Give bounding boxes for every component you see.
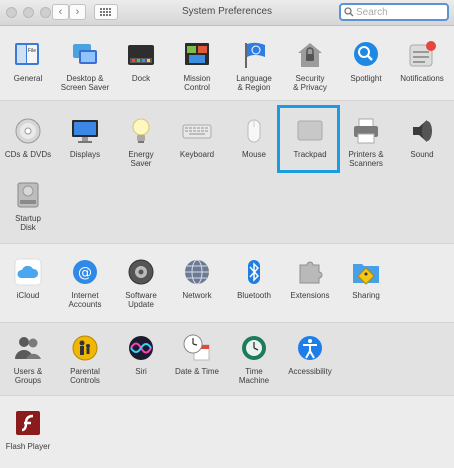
- pane-label: Siri: [135, 367, 147, 376]
- pane-sound[interactable]: Sound: [394, 116, 450, 159]
- pane-label: Date & Time: [174, 367, 219, 376]
- search-input[interactable]: [356, 6, 444, 18]
- pane-parental-controls[interactable]: Parental Controls: [57, 333, 113, 385]
- network-globe-icon: [185, 259, 209, 285]
- pane-keyboard[interactable]: Keyboard: [169, 116, 225, 159]
- pane-sharing[interactable]: Sharing: [338, 257, 394, 300]
- pane-label: Software Update: [125, 291, 157, 309]
- pane-printers-scanners[interactable]: Printers & Scanners: [338, 116, 394, 168]
- spotlight-magnifier-icon: [354, 42, 378, 66]
- hard-disk-icon: [17, 182, 39, 208]
- pane-label: iCloud: [16, 291, 40, 300]
- mouse-icon: [247, 119, 261, 143]
- puzzle-piece-icon: [299, 261, 323, 284]
- printer-icon: [354, 118, 378, 144]
- pane-label: Dock: [131, 74, 151, 83]
- pane-label: Keyboard: [179, 150, 215, 159]
- lightbulb-icon: [132, 118, 150, 143]
- pane-label: Notifications: [400, 74, 444, 83]
- pane-flash-player[interactable]: Flash Player: [0, 408, 56, 451]
- pane-label: Users & Groups: [13, 367, 43, 385]
- pane-internet-accounts[interactable]: @ Internet Accounts: [57, 257, 113, 309]
- bluetooth-icon: [248, 260, 260, 284]
- pane-spotlight[interactable]: Spotlight: [338, 40, 394, 83]
- pane-label: Startup Disk: [15, 214, 41, 232]
- pane-label: General: [13, 74, 43, 83]
- pane-label: Mouse: [241, 150, 266, 159]
- software-update-gear-icon: [128, 259, 154, 285]
- pane-dock[interactable]: Dock: [113, 40, 169, 83]
- pane-displays[interactable]: Displays: [57, 116, 113, 159]
- at-sign-icon: @: [73, 260, 97, 284]
- pane-label: CDs & DVDs: [4, 150, 52, 159]
- notifications-icon: [409, 41, 436, 67]
- pane-software-update[interactable]: Software Update: [113, 257, 169, 309]
- dock-icon: [128, 45, 154, 65]
- pane-date-time[interactable]: Date & Time: [169, 333, 225, 376]
- pane-mission-control[interactable]: Mission Control: [169, 40, 225, 92]
- svg-text:@: @: [78, 265, 92, 281]
- pane-label: Internet Accounts: [68, 291, 102, 309]
- pane-label: Language & Region: [236, 74, 272, 92]
- pane-language-region[interactable]: Language & Region: [226, 40, 282, 92]
- calendar-clock-icon: [183, 334, 210, 361]
- pane-label: Sound: [410, 150, 434, 159]
- keyboard-icon: [182, 124, 212, 139]
- pane-label: Mission Control: [183, 74, 211, 92]
- pane-label: Parental Controls: [70, 367, 100, 385]
- pane-energy-saver[interactable]: Energy Saver: [113, 116, 169, 168]
- display-icon: [72, 120, 98, 143]
- sharing-folder-icon: [353, 264, 379, 285]
- pane-cds-dvds[interactable]: CDs & DVDs: [0, 116, 56, 159]
- language-flag-icon: [245, 42, 265, 68]
- pane-startup-disk[interactable]: Startup Disk: [0, 180, 56, 232]
- pane-label: Accessibility: [288, 367, 332, 376]
- pane-label: Displays: [69, 150, 101, 159]
- section-other: [0, 395, 454, 468]
- siri-icon: [129, 336, 153, 360]
- pane-siri[interactable]: Siri: [113, 333, 169, 376]
- flash-player-icon: [16, 411, 40, 435]
- pane-label: Flash Player: [5, 442, 51, 451]
- pane-label: Network: [182, 291, 212, 300]
- pane-extensions[interactable]: Extensions: [282, 257, 338, 300]
- time-machine-icon: [242, 336, 266, 360]
- accessibility-icon: [298, 336, 322, 360]
- pane-general[interactable]: File General: [0, 40, 56, 83]
- trackpad-selection-highlight: [277, 105, 340, 173]
- pane-icloud[interactable]: iCloud: [0, 257, 56, 300]
- pane-label: Energy Saver: [128, 150, 154, 168]
- parental-controls-icon: [72, 335, 98, 361]
- pane-label: Bluetooth: [237, 291, 271, 300]
- title-bar: ‹ › System Preferences: [0, 0, 454, 26]
- users-icon: [15, 337, 41, 359]
- pane-security-privacy[interactable]: Security & Privacy: [282, 40, 338, 92]
- pane-mouse[interactable]: Mouse: [226, 116, 282, 159]
- security-house-icon: [298, 43, 322, 67]
- pane-desktop-screen-saver[interactable]: Desktop & Screen Saver: [57, 40, 113, 92]
- pane-accessibility[interactable]: Accessibility: [282, 333, 338, 376]
- svg-text:File: File: [28, 48, 36, 54]
- pane-network[interactable]: Network: [169, 257, 225, 300]
- pane-label: Spotlight: [350, 74, 382, 83]
- pane-label: Printers & Scanners: [348, 150, 384, 168]
- speaker-icon: [413, 120, 432, 142]
- icloud-icon: [14, 258, 42, 286]
- pane-label: Time Machine: [238, 367, 270, 385]
- pane-users-groups[interactable]: Users & Groups: [0, 333, 56, 385]
- mission-control-icon: [185, 43, 209, 65]
- pane-notifications[interactable]: Notifications: [394, 40, 450, 83]
- pane-label: Extensions: [290, 291, 330, 300]
- desktop-icon: [73, 44, 97, 64]
- pane-bluetooth[interactable]: Bluetooth: [226, 257, 282, 300]
- cd-icon: [15, 118, 41, 144]
- search-field[interactable]: [339, 3, 449, 21]
- pane-time-machine[interactable]: Time Machine: [226, 333, 282, 385]
- pane-label: Sharing: [352, 291, 380, 300]
- general-icon: File: [15, 43, 39, 65]
- search-icon: [344, 7, 354, 17]
- pane-label: Security & Privacy: [293, 74, 327, 92]
- pane-label: Desktop & Screen Saver: [60, 74, 110, 92]
